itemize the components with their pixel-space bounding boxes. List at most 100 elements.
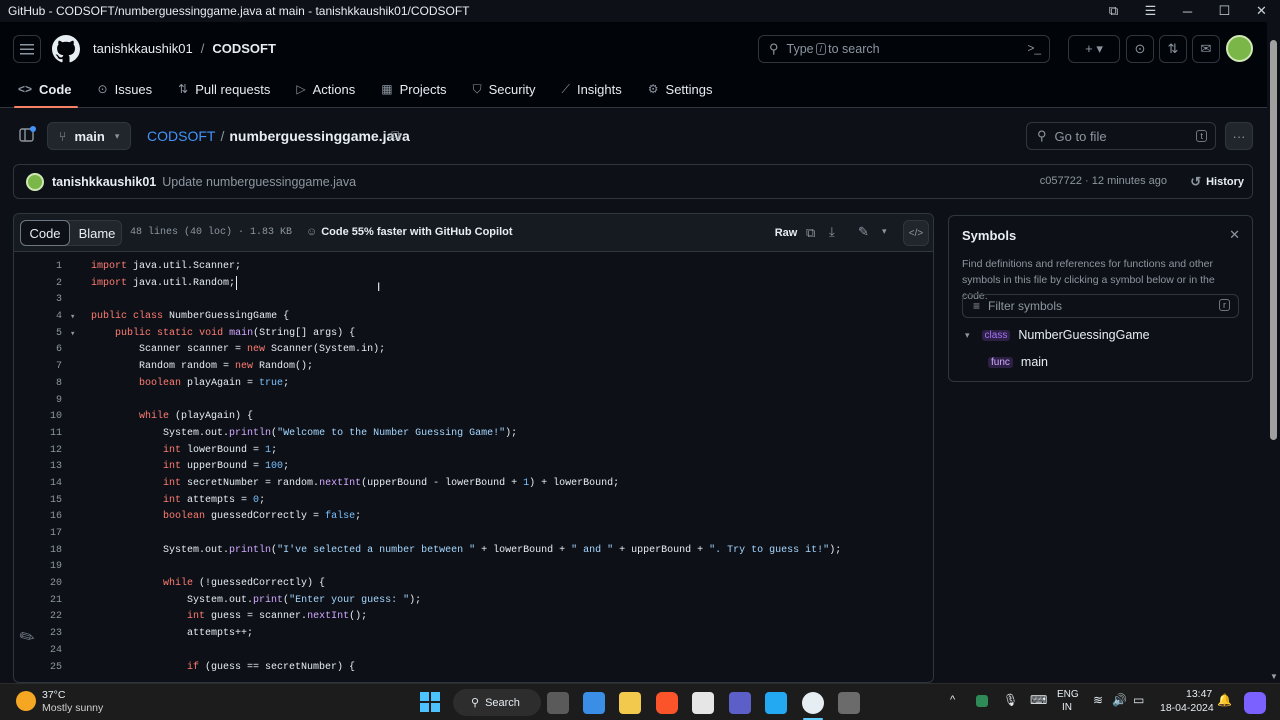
code-line[interactable]: 15 int attempts = 0; [14,493,933,510]
pencil-icon[interactable]: ✎ [858,224,869,240]
history-button[interactable]: ↺ History [1190,168,1244,196]
code-text[interactable]: while (!guessedCorrectly) { [91,576,325,593]
code-text[interactable]: System.out.print("Enter your guess: "); [91,593,421,610]
code-line[interactable]: 6 Scanner scanner = new Scanner(System.i… [14,342,933,359]
code-text[interactable]: int lowerBound = 1; [91,443,277,460]
code-line[interactable]: 24 [14,643,933,660]
code-line[interactable]: 11 System.out.println("Welcome to the Nu… [14,426,933,443]
hamburger-menu-button[interactable] [13,35,41,63]
code-text[interactable]: boolean playAgain = true; [91,376,289,393]
battery-icon[interactable]: ▭ [1133,693,1144,707]
maximize-button[interactable]: ☐ [1206,3,1243,19]
code-line[interactable]: 22 int guess = scanner.nextInt(); [14,609,933,626]
code-text[interactable]: System.out.println("Welcome to the Numbe… [91,426,517,443]
code-line[interactable]: 20 while (!guessedCorrectly) { [14,576,933,593]
scroll-down-icon[interactable]: ▼ [1270,672,1278,681]
line-number[interactable]: 18 [14,543,62,560]
repo-link[interactable]: CODSOFT [212,41,276,56]
sidebar-toggle-icon[interactable] [18,126,38,144]
store-icon[interactable] [692,692,714,714]
menu-icon[interactable]: ☰ [1132,3,1169,19]
code-text[interactable]: int secretNumber = random.nextInt(upperB… [91,476,619,493]
tab-code[interactable]: <> Code [14,74,77,108]
weather-text[interactable]: Mostly sunny [42,702,103,714]
page-scrollbar[interactable]: ▼ [1267,22,1280,683]
language-secondary[interactable]: IN [1062,702,1072,713]
scrollbar-thumb[interactable] [1270,40,1277,440]
line-number[interactable]: 14 [14,476,62,493]
code-line[interactable]: 17 [14,526,933,543]
code-line[interactable]: 5 ▾ public static void main(String[] args… [14,326,933,343]
line-number[interactable]: 10 [14,409,62,426]
notepad-icon[interactable] [583,692,605,714]
security-tray-icon[interactable] [976,695,988,707]
code-text[interactable]: attempts++; [91,626,253,643]
taskbar-search[interactable]: ⚲ Search [453,689,541,716]
line-number[interactable]: 8 [14,376,62,393]
more-options-button[interactable]: ··· [1225,122,1253,150]
line-number[interactable]: 24 [14,643,62,660]
line-number[interactable]: 21 [14,593,62,610]
code-line[interactable]: 16 boolean guessedCorrectly = false; [14,509,933,526]
github-logo-icon[interactable] [52,35,80,63]
tab-insights[interactable]: ⟋ Insights [562,74,622,104]
tab-issues[interactable]: ⊙ Issues [98,74,153,104]
owner-link[interactable]: tanishkkaushik01 [93,41,193,56]
fold-chevron-icon[interactable]: ▾ [70,326,75,343]
code-text[interactable]: Random random = new Random(); [91,359,313,376]
commit-author[interactable]: tanishkkaushik01 [52,175,156,189]
line-number[interactable]: 1 [14,259,62,276]
filter-symbols-input[interactable]: ≡ Filter symbols r [962,294,1239,318]
windows-start-icon[interactable] [420,692,440,712]
code-text[interactable]: System.out.println("I've selected a numb… [91,543,841,560]
code-line[interactable]: 12 int lowerBound = 1; [14,443,933,460]
line-number[interactable]: 15 [14,493,62,510]
code-line[interactable]: 23 attempts++; [14,626,933,643]
branch-selector[interactable]: ⑂ main ▾ [47,122,131,150]
code-text[interactable]: Scanner scanner = new Scanner(System.in)… [91,342,385,359]
line-number[interactable]: 11 [14,426,62,443]
code-text[interactable]: int upperBound = 100; [91,459,289,476]
close-window-button[interactable]: ✕ [1243,3,1280,19]
line-number[interactable]: 7 [14,359,62,376]
commit-sha-time[interactable]: c057722 · 12 minutes ago [1040,175,1167,187]
code-line[interactable]: 8 boolean playAgain = true; [14,376,933,393]
create-new-button[interactable]: + ▾ [1068,35,1120,63]
command-palette-icon[interactable]: >_ [1027,41,1041,55]
raw-button[interactable]: Raw [770,220,802,246]
line-number[interactable]: 2 [14,276,62,293]
symbols-panel-button[interactable]: </> [903,220,929,246]
code-line[interactable]: 4 ▾ public class NumberGuessingGame { [14,309,933,326]
line-number[interactable]: 17 [14,526,62,543]
symbol-item-func[interactable]: func main [988,355,1048,369]
code-line[interactable]: 21 System.out.print("Enter your guess: "… [14,593,933,610]
copilot-link[interactable]: ☺ Code 55% faster with GitHub Copilot [306,226,513,238]
brave-browser-icon[interactable] [656,692,678,714]
vscode-icon[interactable] [765,692,787,714]
app-icon[interactable] [729,692,751,714]
code-tab[interactable]: Code [20,220,70,246]
line-number[interactable]: 13 [14,459,62,476]
notification-bell-icon[interactable]: 🔔 [1217,693,1232,707]
pull-requests-button[interactable]: ⇅ [1159,35,1187,63]
file-explorer-icon[interactable] [619,692,641,714]
copy-raw-icon[interactable]: ⧉ [806,225,815,241]
code-line[interactable]: 19 [14,559,933,576]
repo-root-link[interactable]: CODSOFT [147,128,215,144]
symbol-item-class[interactable]: ▾ class NumberGuessingGame [965,328,1150,342]
line-number[interactable]: 22 [14,609,62,626]
tab-pull-requests[interactable]: ⇅ Pull requests [178,74,270,104]
edit-dropdown-icon[interactable]: ▾ [882,226,887,237]
line-number[interactable]: 4 [14,309,62,326]
tab-actions[interactable]: ▷ Actions [296,74,355,104]
inbox-button[interactable]: ✉ [1192,35,1220,63]
github-desktop-icon[interactable] [802,692,824,714]
tab-projects[interactable]: ▦ Projects [381,74,446,104]
line-number[interactable]: 9 [14,393,62,410]
code-text[interactable]: public static void main(String[] args) { [91,326,355,343]
code-line[interactable]: 9 [14,393,933,410]
code-text[interactable]: boolean guessedCorrectly = false; [91,509,361,526]
code-line[interactable]: 2 import java.util.Random; [14,276,933,293]
line-number[interactable]: 5 [14,326,62,343]
extensions-icon[interactable]: ⧉ [1095,3,1132,19]
